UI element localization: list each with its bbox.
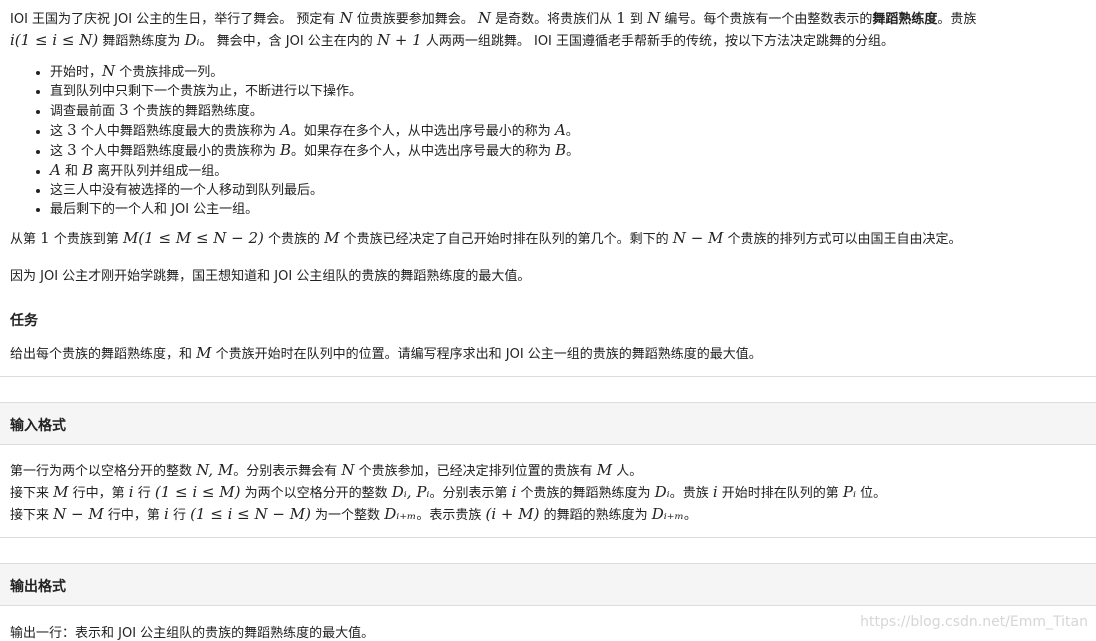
positions-paragraph: 从第 1 个贵族到第 M(1 ≤ M ≤ N − 2) 个贵族的 M 个贵族已经… (10, 229, 962, 247)
dance-skill-term: 舞蹈熟练度 (872, 12, 938, 27)
divider (0, 537, 1096, 538)
input-format-header: 输入格式 (0, 402, 1096, 445)
input-format-heading: 输入格式 (10, 418, 66, 434)
intro-paragraph: IOI 王国为了庆祝 JOI 公主的生日，举行了舞会。 预定有 N 位贵族要参加… (10, 9, 977, 49)
task-heading: 任务 (10, 313, 38, 329)
task-paragraph: 给出每个贵族的舞蹈熟练度，和 M 个贵族开始时在队列中的位置。请编写程序求出和 … (10, 344, 762, 362)
list-item: 调查最前面 3 个贵族的舞蹈熟练度。 (50, 101, 579, 121)
list-item: 直到队列中只剩下一个贵族为止，不断进行以下操作。 (50, 82, 579, 101)
watermark: https://blog.csdn.net/Emm_Titan (860, 614, 1088, 630)
list-item: A 和 B 离开队列并组成一组。 (50, 161, 579, 181)
output-format-body: 输出一行：表示和 JOI 公主组队的贵族的舞蹈熟练度的最大值。 (10, 626, 375, 641)
list-item: 最后剩下的一个人和 JOI 公主一组。 (50, 200, 579, 219)
list-item: 这 3 个人中舞蹈熟练度最大的贵族称为 A。如果存在多个人，从中选出序号最小的称… (50, 121, 579, 141)
divider (0, 376, 1096, 377)
goal-paragraph: 因为 JOI 公主才刚开始学跳舞，国王想知道和 JOI 公主组队的贵族的舞蹈熟练… (10, 269, 531, 284)
list-item: 这三人中没有被选择的一个人移动到队列最后。 (50, 181, 579, 200)
list-item: 这 3 个人中舞蹈熟练度最小的贵族称为 B。如果存在多个人，从中选出序号最大的称… (50, 141, 579, 161)
output-format-header: 输出格式 (0, 563, 1096, 606)
output-format-heading: 输出格式 (10, 579, 66, 595)
input-format-body: 第一行为两个以空格分开的整数 N, M。分别表示舞会有 N 个贵族参加，已经决定… (10, 461, 887, 523)
procedure-list: 开始时，N 个贵族排成一列。 直到队列中只剩下一个贵族为止，不断进行以下操作。 … (30, 62, 579, 219)
list-item: 开始时，N 个贵族排成一列。 (50, 62, 579, 82)
